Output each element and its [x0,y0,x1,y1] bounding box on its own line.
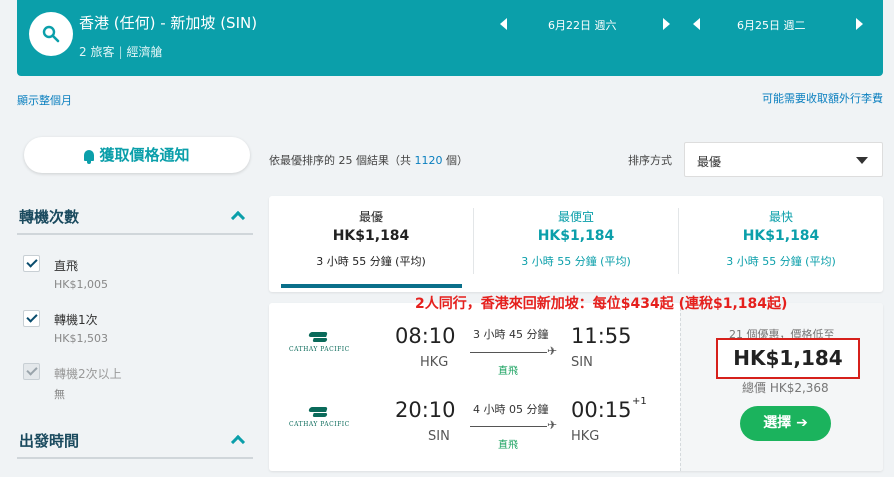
divider [17,233,253,235]
sort-dropdown[interactable]: 最優 [684,142,883,177]
two-plus-stops-label: 轉機2次以上 [54,367,122,381]
select-button[interactable]: 選擇 ➔ [740,406,831,441]
direct-label[interactable]: 直飛 [54,257,78,274]
tab-price: HK$1,184 [332,228,410,244]
search-button[interactable] [29,12,73,56]
bell-icon [84,150,95,164]
price-alert-button[interactable]: 獲取價格通知 [24,137,250,173]
outbound-depart-time: 08:10 [395,324,456,348]
depart-date[interactable]: 6月22日 週六 [548,17,617,33]
search-icon [42,25,60,43]
active-tab-indicator [281,284,462,288]
stops-filter-title[interactable]: 轉機次數 [19,206,79,227]
tab-duration: 3 小時 55 分鐘 (平均) [316,255,426,268]
inbound-depart-airport: SIN [428,429,450,444]
tab-cheapest[interactable]: 最便宜 HK$1,184 3 小時 55 分鐘 (平均) [474,196,678,292]
route-title[interactable]: 香港 (任何) - 新加坡 (SIN) [79,12,257,33]
result-count-prefix: 依最優排序的 25 個結果（共 [269,154,415,167]
prev-depart-date-icon[interactable] [500,18,507,30]
total-price: 總價 HK$2,368 [742,381,829,395]
baggage-fees-link[interactable]: 可能需要收取額外行李費 [762,90,883,106]
promo-caption: 2人同行，香港來回新加坡：每位$434起 (連稅$1,184起) [415,296,788,312]
cathay-brushwing-icon [307,332,331,344]
search-summary-bar: 香港 (任何) - 新加坡 (SIN) 2 旅客 | 經濟艙 6月22日 週六 6月… [17,0,883,76]
tab-duration: 3 小時 55 分鐘 (平均) [521,255,631,268]
airline-name: CATHAY PACIFIC [289,346,350,353]
price: HK$1,184 [733,346,843,370]
inbound-duration: 4 小時 05 分鐘 [473,403,549,416]
outbound-stops: 直飛 [498,366,518,377]
inbound-arrive-time: 00:15 [571,398,632,422]
plane-icon: ✈ [547,418,558,432]
day-offset: +1 [632,396,647,407]
tab-fastest[interactable]: 最快 HK$1,184 3 小時 55 分鐘 (平均) [679,196,883,292]
inbound-stops: 直飛 [498,440,518,451]
cabin-class: 經濟艙 [126,45,163,59]
tab-duration: 3 小時 55 分鐘 (平均) [726,255,836,268]
inbound-arrive-airport: HKG [571,429,600,444]
depart-date-nav: 6月22日 週六 [500,15,670,35]
passenger-count: 2 旅客 [79,45,115,59]
select-label: 選擇 [763,415,792,431]
airline-logo: CATHAY PACIFIC [289,332,350,353]
next-depart-date-icon[interactable] [663,18,670,30]
sort-tabs: 最優 HK$1,184 3 小時 55 分鐘 (平均) 最便宜 HK$1,184… [269,196,883,292]
direct-price: HK$1,005 [54,278,108,291]
passenger-cabin-info[interactable]: 2 旅客 | 經濟艙 [79,43,163,60]
return-date-nav: 6月25日 週二 [693,15,863,35]
airline-name: CATHAY PACIFIC [289,421,350,428]
chevron-down-icon [856,157,868,164]
tab-price: HK$1,184 [537,228,615,244]
outbound-arrive-time: 11:55 [571,324,632,348]
chevron-up-icon[interactable] [230,434,246,450]
next-return-date-icon[interactable] [856,18,863,30]
tab-best[interactable]: 最優 HK$1,184 3 小時 55 分鐘 (平均) [269,196,473,292]
one-stop-checkbox[interactable] [23,310,40,327]
chevron-up-icon[interactable] [230,210,246,226]
inbound-route-line [470,426,547,427]
return-date[interactable]: 6月25日 週二 [737,17,806,33]
result-count-suffix: 個） [442,154,468,167]
divider [17,457,253,459]
sort-label: 排序方式 [628,154,672,167]
two-plus-stops-checkbox [23,363,40,380]
sort-value: 最優 [697,155,722,169]
cathay-brushwing-icon [307,407,331,419]
airline-logo: CATHAY PACIFIC [289,407,350,428]
outbound-duration: 3 小時 45 分鐘 [473,328,549,341]
departure-time-filter-title[interactable]: 出發時間 [19,430,79,451]
inbound-depart-time: 20:10 [395,398,456,422]
plane-icon: ✈ [547,344,558,358]
tab-price: HK$1,184 [742,228,820,244]
two-plus-stops-price: 無 [54,388,65,401]
prev-return-date-icon[interactable] [693,18,700,30]
price-alert-label: 獲取價格通知 [99,146,190,164]
tab-title: 最快 [768,210,793,224]
price-highlight-box: HK$1,184 [716,338,860,379]
result-count: 依最優排序的 25 個結果（共 1120 個） [269,152,468,168]
tab-title: 最便宜 [557,210,594,224]
outbound-arrive-airport: SIN [571,355,593,370]
arrow-right-icon: ➔ [796,415,808,431]
one-stop-label[interactable]: 轉機1次 [54,311,98,328]
one-stop-price: HK$1,503 [54,332,108,345]
tab-title: 最優 [358,210,383,224]
direct-checkbox[interactable] [23,255,40,272]
show-month-link[interactable]: 顯示整個月 [17,92,72,108]
result-total: 1120 [414,154,443,167]
outbound-route-line [470,352,547,353]
outbound-depart-airport: HKG [420,355,449,370]
